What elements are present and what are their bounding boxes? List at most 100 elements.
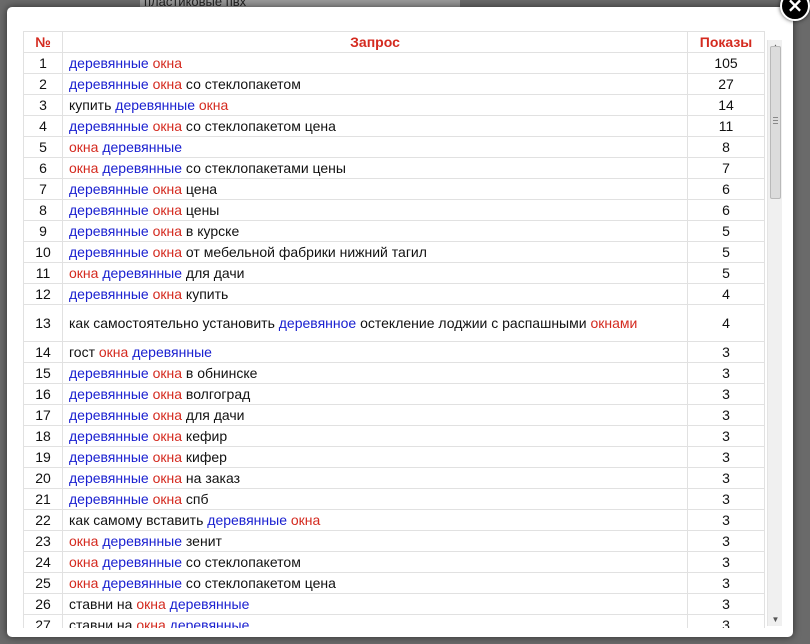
table-row: 20 деревянные окна на заказ 3: [23, 467, 765, 489]
table-row: 6 окна деревянные со стеклопакетами цены 7: [23, 157, 765, 179]
shows-count: 6: [687, 178, 765, 200]
keyword-window: окна: [69, 532, 99, 549]
query-cell: окна деревянные: [62, 136, 688, 158]
query-text: спб: [182, 490, 209, 507]
table-row: 22 как самому вставить деревянные окна 3: [23, 509, 765, 531]
row-number: 8: [23, 199, 63, 221]
keyword-window: окна: [152, 75, 183, 92]
table-row: 26 ставни на окна деревянные 3: [23, 593, 765, 615]
query-cell: деревянные окна волгоград: [62, 383, 688, 405]
keyword-wood: деревянные: [132, 343, 212, 360]
table-row: 23 окна деревянные зенит 3: [23, 530, 765, 552]
keyword-wood: деревянное: [278, 314, 357, 331]
shows-count: 3: [687, 404, 765, 426]
header-num: №: [23, 31, 63, 53]
keyword-window: окна: [152, 427, 183, 444]
shows-count: 3: [687, 614, 765, 628]
query-cell: деревянные окна: [62, 52, 688, 74]
keyword-window: окна: [198, 96, 229, 113]
row-number: 2: [23, 73, 63, 95]
query-cell: деревянные окна кифер: [62, 446, 688, 468]
shows-count: 5: [687, 262, 765, 284]
keyword-window: окна: [152, 222, 183, 239]
row-number: 4: [23, 115, 63, 137]
query-cell: деревянные окна для дачи: [62, 404, 688, 426]
query-cell: деревянные окна со стеклопакетом цена: [62, 115, 688, 137]
keyword-wood: деревянные: [69, 385, 149, 402]
keyword-wood: деревянные: [69, 448, 149, 465]
table-row: 2 деревянные окна со стеклопакетом 27: [23, 73, 765, 95]
keyword-window: окна: [152, 117, 183, 134]
query-cell: деревянные окна в обнинске: [62, 362, 688, 384]
shows-count: 105: [687, 52, 765, 74]
keyword-wood: деревянные: [69, 180, 149, 197]
row-number: 25: [23, 572, 63, 594]
query-text: со стеклопакетом: [182, 75, 301, 92]
query-cell: ставни на окна деревянные: [62, 593, 688, 615]
keyword-window: окна: [69, 574, 99, 591]
table-row: 5 окна деревянные 8: [23, 136, 765, 158]
shows-count: 3: [687, 362, 765, 384]
query-text: в обнинске: [182, 364, 258, 381]
table-header-row: № Запрос Показы: [23, 31, 765, 53]
table-row: 1 деревянные окна 105: [23, 52, 765, 74]
query-cell: купить деревянные окна: [62, 94, 688, 116]
table-row: 18 деревянные окна кефир 3: [23, 425, 765, 447]
shows-count: 3: [687, 383, 765, 405]
keyword-window: окна: [152, 490, 183, 507]
keyword-wood: деревянные: [69, 406, 149, 423]
shows-count: 4: [687, 283, 765, 305]
query-cell: как самому вставить деревянные окна: [62, 509, 688, 531]
keyword-window: окна: [136, 616, 166, 629]
query-cell: деревянные окна цены: [62, 199, 688, 221]
query-cell: деревянные окна кефир: [62, 425, 688, 447]
keyword-wood: деревянные: [69, 285, 149, 302]
keyword-wood: деревянные: [102, 138, 183, 155]
row-number: 17: [23, 404, 63, 426]
row-number: 21: [23, 488, 63, 510]
keyword-window: окна: [152, 285, 183, 302]
shows-count: 5: [687, 220, 765, 242]
query-text: кифер: [182, 448, 227, 465]
query-text: в курске: [182, 222, 240, 239]
table-row: 14 гост окна деревянные 3: [23, 341, 765, 363]
keyword-wood: деревянные: [115, 96, 195, 113]
query-text: как самому вставить: [69, 511, 208, 528]
query-cell: окна деревянные зенит: [62, 530, 688, 552]
query-cell: окна деревянные со стеклопакетами цены: [62, 157, 688, 179]
table-row: 15 деревянные окна в обнинске 3: [23, 362, 765, 384]
header-query: Запрос: [62, 31, 688, 53]
row-number: 11: [23, 262, 63, 284]
keyword-wood: деревянные: [169, 595, 250, 612]
keyword-window: окна: [69, 553, 99, 570]
row-number: 5: [23, 136, 63, 158]
keyword-wood: деревянные: [102, 264, 183, 281]
grip-icon: [773, 117, 778, 124]
shows-count: 3: [687, 425, 765, 447]
keyword-window: окна: [152, 364, 183, 381]
keyword-wood: деревянные: [69, 222, 149, 239]
row-number: 9: [23, 220, 63, 242]
keyword-window: окна: [69, 264, 99, 281]
query-cell: окна деревянные для дачи: [62, 262, 688, 284]
row-number: 3: [23, 94, 63, 116]
scrollbar[interactable]: ▲ ▼: [767, 40, 782, 626]
keyword-wood: деревянные: [69, 469, 149, 486]
query-text: волгоград: [182, 385, 251, 402]
query-text: как самостоятельно установить: [69, 314, 279, 331]
row-number: 12: [23, 283, 63, 305]
query-text: со стеклопакетами цены: [182, 159, 346, 176]
table-row: 21 деревянные окна спб 3: [23, 488, 765, 510]
row-number: 14: [23, 341, 63, 363]
table-body: 1 деревянные окна 105 2 деревянные окна со с…: [23, 52, 765, 629]
keyword-window: окна: [136, 595, 166, 612]
keyword-window: окна: [152, 180, 183, 197]
keyword-wood: деревянные: [102, 159, 183, 176]
shows-count: 3: [687, 572, 765, 594]
keyword-wood: деревянные: [69, 201, 149, 218]
shows-count: 3: [687, 341, 765, 363]
results-table-viewport[interactable]: № Запрос Показы 1 деревянные окна 105 2 дере…: [23, 31, 769, 628]
keyword-wood: деревянные: [69, 490, 149, 507]
scroll-down-icon[interactable]: ▼: [768, 613, 783, 626]
scrollbar-thumb[interactable]: [770, 46, 781, 199]
